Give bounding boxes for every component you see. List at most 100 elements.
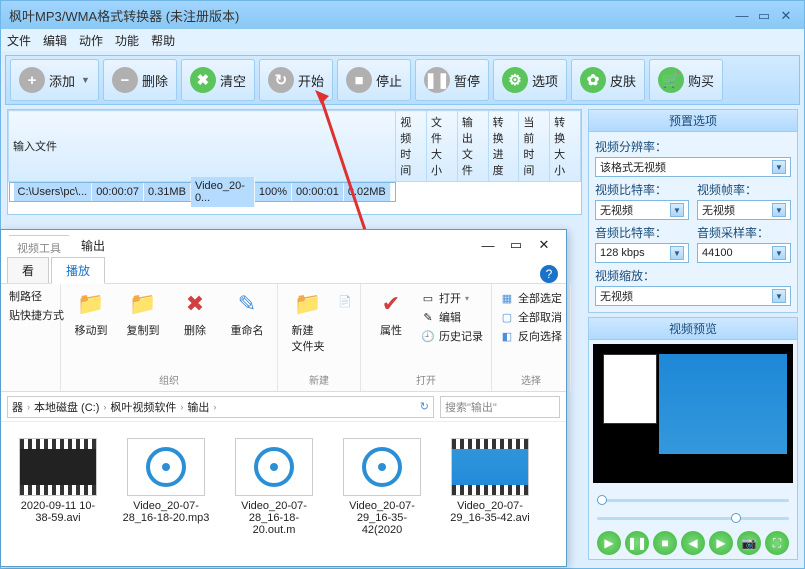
prev-button[interactable]: ◀ bbox=[681, 531, 705, 555]
file-item[interactable]: Video_20-07-29_16-35-42(2020 bbox=[337, 438, 427, 550]
explorer-maximize[interactable]: ▭ bbox=[502, 235, 530, 255]
asmp-select[interactable]: 44100▼ bbox=[697, 243, 791, 263]
stop-button[interactable]: ■ bbox=[653, 531, 677, 555]
seek-slider[interactable] bbox=[597, 495, 789, 505]
menubar: 文件 编辑 动作 功能 帮助 bbox=[1, 29, 804, 51]
explorer-minimize[interactable]: — bbox=[474, 235, 502, 255]
pause-button[interactable]: ❚❚ bbox=[625, 531, 649, 555]
invert-icon: ◧ bbox=[500, 329, 514, 343]
select-all[interactable]: ▦全部选定 bbox=[500, 290, 562, 306]
file-item[interactable]: Video_20-07-28_16-18-20.mp3 bbox=[121, 438, 211, 550]
apple-icon: ✿ bbox=[580, 67, 606, 93]
invert-selection[interactable]: ◧反向选择 bbox=[500, 328, 562, 344]
preview-area[interactable] bbox=[593, 344, 793, 483]
check-icon: ✔ bbox=[375, 288, 407, 320]
explorer-context-tab: 视频工具 bbox=[9, 235, 69, 256]
audio-thumb bbox=[343, 438, 421, 496]
menu-edit[interactable]: 编辑 bbox=[43, 32, 67, 49]
minimize-button[interactable]: — bbox=[732, 8, 752, 22]
file-list[interactable]: 2020-09-11 10-38-59.avi Video_20-07-28_1… bbox=[1, 422, 566, 566]
next-button[interactable]: ▶ bbox=[709, 531, 733, 555]
paste-shortcut[interactable]: 贴快捷方式 bbox=[9, 307, 52, 323]
tab-play[interactable]: 播放 bbox=[51, 257, 105, 284]
explorer-tabs: 看 播放 ? bbox=[1, 260, 566, 284]
copy-path[interactable]: 制路径 bbox=[9, 288, 52, 304]
preview-thumb bbox=[603, 354, 657, 424]
new-item[interactable]: 📄 bbox=[338, 294, 352, 308]
clear-button[interactable]: ✖清空 bbox=[181, 59, 255, 101]
refresh-icon[interactable]: ↻ bbox=[420, 400, 429, 413]
menu-file[interactable]: 文件 bbox=[7, 32, 31, 49]
help-icon[interactable]: ? bbox=[540, 265, 558, 283]
file-item[interactable]: 2020-09-11 10-38-59.avi bbox=[13, 438, 103, 550]
selectnone-icon: ▢ bbox=[500, 310, 514, 324]
pause-button[interactable]: ❚❚暂停 bbox=[415, 59, 489, 101]
minus-icon: − bbox=[112, 67, 138, 93]
vscale-select[interactable]: 无视频▼ bbox=[595, 286, 791, 306]
abit-select[interactable]: 128 kbps▼ bbox=[595, 243, 689, 263]
cart-icon: 🛒 bbox=[658, 67, 684, 93]
tab-view[interactable]: 看 bbox=[7, 257, 49, 283]
group-new: 新建 bbox=[286, 370, 352, 387]
refresh-icon: ↻ bbox=[268, 67, 294, 93]
abit-label: 音频比特率： bbox=[595, 224, 689, 241]
menu-help[interactable]: 帮助 bbox=[151, 32, 175, 49]
preview-desktop bbox=[659, 354, 787, 454]
toolbar: +添加▼ −删除 ✖清空 ↻开始 ■停止 ❚❚暂停 ⚙选项 ✿皮肤 🛒购买 bbox=[5, 55, 800, 105]
edit[interactable]: ✎编辑 bbox=[421, 309, 483, 325]
volume-slider[interactable] bbox=[597, 513, 789, 523]
menu-function[interactable]: 功能 bbox=[115, 32, 139, 49]
new-folder[interactable]: 📁新建 文件夹 bbox=[286, 288, 330, 354]
close-button[interactable]: ✕ bbox=[776, 8, 796, 22]
delete-button[interactable]: −删除 bbox=[103, 59, 177, 101]
vbit-select[interactable]: 无视频▼ bbox=[595, 200, 689, 220]
menu-action[interactable]: 动作 bbox=[79, 32, 103, 49]
file-item[interactable]: Video_20-07-29_16-35-42.avi bbox=[445, 438, 535, 550]
explorer-titlebar[interactable]: 视频工具 输出 — ▭ ✕ bbox=[1, 230, 566, 260]
skin-button[interactable]: ✿皮肤 bbox=[571, 59, 645, 101]
pause-icon: ❚❚ bbox=[424, 67, 450, 93]
address-bar: 器› 本地磁盘 (C:)› 枫叶视频软件› 输出› ↻ 搜索"输出" bbox=[1, 392, 566, 422]
chevron-down-icon: ▼ bbox=[81, 75, 90, 85]
gear-icon: ⚙ bbox=[502, 67, 528, 93]
res-label: 视频分辨率： bbox=[595, 138, 791, 155]
chevron-down-icon: ▼ bbox=[670, 203, 684, 217]
chevron-down-icon: ▼ bbox=[772, 289, 786, 303]
grid-row[interactable]: C:\Users\pc\...00:00:070.31MBVideo_20-0.… bbox=[9, 182, 396, 202]
vbit-label: 视频比特率： bbox=[595, 181, 689, 198]
app-title: 枫叶MP3/WMA格式转换器 (未注册版本) bbox=[9, 6, 239, 25]
stop-button[interactable]: ■停止 bbox=[337, 59, 411, 101]
rename[interactable]: ✎重命名 bbox=[225, 288, 269, 338]
fullscreen-button[interactable]: ⛶ bbox=[765, 531, 789, 555]
preview-title: 视频预览 bbox=[589, 318, 797, 340]
play-button[interactable]: ▶ bbox=[597, 531, 621, 555]
breadcrumb[interactable]: 器› 本地磁盘 (C:)› 枫叶视频软件› 输出› ↻ bbox=[7, 396, 434, 418]
explorer-close[interactable]: ✕ bbox=[530, 235, 558, 255]
edit-icon: ✎ bbox=[421, 310, 435, 324]
move-to[interactable]: 📁移动到 bbox=[69, 288, 113, 338]
select-none[interactable]: ▢全部取消 bbox=[500, 309, 562, 325]
delete[interactable]: ✖删除 bbox=[173, 288, 217, 338]
copy-to[interactable]: 📁复制到 bbox=[121, 288, 165, 338]
history[interactable]: 🕘历史记录 bbox=[421, 328, 483, 344]
history-icon: 🕘 bbox=[421, 329, 435, 343]
video-thumb bbox=[19, 438, 97, 496]
res-select[interactable]: 该格式无视频▼ bbox=[595, 157, 791, 177]
add-button[interactable]: +添加▼ bbox=[10, 59, 99, 101]
file-grid[interactable]: 输入文件视频时间文件大小输出文件转换进度当前时间转换大小 C:\Users\pc… bbox=[7, 109, 582, 215]
buy-button[interactable]: 🛒购买 bbox=[649, 59, 723, 101]
stop-icon: ■ bbox=[346, 67, 372, 93]
vfps-label: 视频帧率： bbox=[697, 181, 791, 198]
search-input[interactable]: 搜索"输出" bbox=[440, 396, 560, 418]
maximize-button[interactable]: ▭ bbox=[754, 8, 774, 22]
titlebar: 枫叶MP3/WMA格式转换器 (未注册版本) — ▭ ✕ bbox=[1, 1, 804, 29]
audio-thumb bbox=[235, 438, 313, 496]
options-button[interactable]: ⚙选项 bbox=[493, 59, 567, 101]
start-button[interactable]: ↻开始 bbox=[259, 59, 333, 101]
open[interactable]: ▭打开▾ bbox=[421, 290, 483, 306]
vfps-select[interactable]: 无视频▼ bbox=[697, 200, 791, 220]
preset-panel: 预置选项 视频分辨率： 该格式无视频▼ 视频比特率：无视频▼ 视频帧率：无视频▼… bbox=[588, 109, 798, 313]
properties[interactable]: ✔属性 bbox=[369, 288, 413, 338]
file-item[interactable]: Video_20-07-28_16-18-20.out.m bbox=[229, 438, 319, 550]
snapshot-button[interactable]: 📷 bbox=[737, 531, 761, 555]
